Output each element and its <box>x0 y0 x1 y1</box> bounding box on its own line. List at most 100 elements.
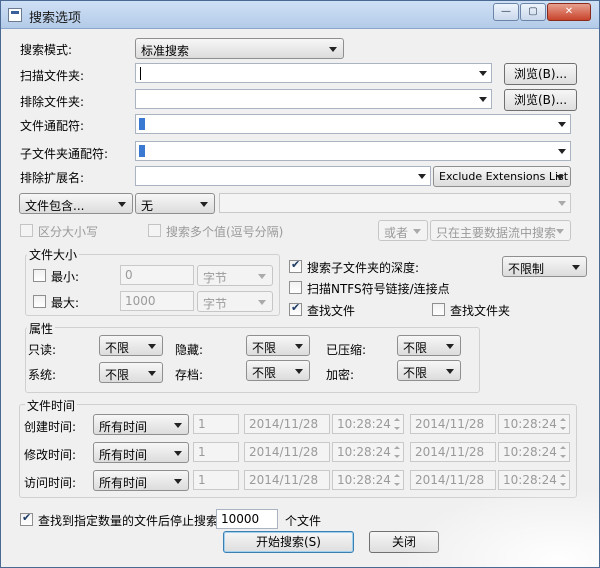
content-text-input[interactable] <box>219 193 571 213</box>
created-time-time-from[interactable]: 10:28:24 <box>332 414 404 434</box>
close-window-button[interactable]: ✕ <box>547 3 591 21</box>
max-size-unit-select[interactable]: 字节 <box>197 291 273 312</box>
chevron-down-icon <box>446 369 454 374</box>
encrypted-select[interactable]: 不限 <box>397 360 461 381</box>
min-size-checkbox[interactable]: 最小: <box>33 268 93 284</box>
scan-folder-browse-button[interactable]: 浏览(B)... <box>504 63 577 85</box>
created-time-date-from[interactable]: 2014/11/28 <box>244 414 330 434</box>
subfolder-wildcard-input[interactable] <box>135 141 571 161</box>
system-label: 系统: <box>28 368 57 382</box>
checkbox-box <box>432 303 445 316</box>
chevron-down-icon <box>174 451 182 456</box>
find-files-checkbox[interactable]: 查找文件 <box>289 301 379 318</box>
exclude-folder-label: 排除文件夹: <box>20 95 85 109</box>
chevron-down-icon <box>258 300 266 305</box>
chevron-down-icon <box>329 47 337 52</box>
exclude-folder-input[interactable] <box>135 89 492 109</box>
subfolder-depth-checkbox[interactable]: 搜索子文件夹的深度: <box>289 258 469 275</box>
checkbox-box <box>289 258 302 273</box>
attributes-title: 属性 <box>27 320 56 337</box>
multi-values-checkbox[interactable]: 搜索多个值(逗号分隔) <box>148 223 318 239</box>
find-folders-checkbox[interactable]: 查找文件夹 <box>432 302 522 318</box>
system-select[interactable]: 不限 <box>99 362 163 383</box>
chevron-down-icon[interactable] <box>479 97 487 102</box>
created-time-time-to[interactable]: 10:28:24 <box>498 414 570 434</box>
checkbox-box <box>33 269 46 282</box>
chevron-down-icon[interactable] <box>558 122 566 127</box>
case-sensitive-checkbox[interactable]: 区分大小写 <box>20 223 130 239</box>
file-wildcard-input[interactable] <box>135 114 571 134</box>
created-time-count-input[interactable]: 1 <box>193 414 239 434</box>
chevron-down-icon <box>174 479 182 484</box>
chevron-down-icon <box>295 344 303 349</box>
compressed-select[interactable]: 不限 <box>397 335 461 356</box>
chevron-down-icon[interactable] <box>418 174 426 179</box>
start-search-button[interactable]: 开始搜索(S) <box>223 531 354 553</box>
modified-time-date-to[interactable]: 2014/11/28 <box>410 442 496 462</box>
spinner-icon[interactable] <box>558 472 568 488</box>
min-size-input[interactable]: 0 <box>120 265 194 285</box>
stop-after-count-input[interactable]: 10000 <box>216 509 278 529</box>
text-caret <box>140 67 141 80</box>
minimize-button[interactable]: — <box>493 3 519 21</box>
spinner-icon[interactable] <box>558 416 568 432</box>
scan-ntfs-checkbox[interactable]: 扫描NTFS符号链接/连接点 <box>289 280 489 296</box>
logic-select[interactable]: 或者 <box>378 220 428 241</box>
chevron-down-icon <box>446 344 454 349</box>
hidden-select[interactable]: 不限 <box>246 335 310 356</box>
stop-after-checkbox[interactable]: 查找到指定数量的文件后停止搜索. <box>20 511 222 528</box>
spinner-icon[interactable] <box>558 444 568 460</box>
archive-select[interactable]: 不限 <box>246 360 310 381</box>
created-time-mode-select[interactable]: 所有时间 <box>93 414 189 435</box>
chevron-down-icon <box>148 344 156 349</box>
created-time-date-to[interactable]: 2014/11/28 <box>410 414 496 434</box>
readonly-select[interactable]: 不限 <box>99 335 163 356</box>
checkbox-box <box>289 301 302 316</box>
accessed-time-date-to[interactable]: 2014/11/28 <box>410 470 496 490</box>
max-size-checkbox[interactable]: 最大: <box>33 294 93 310</box>
spinner-icon[interactable] <box>392 416 402 432</box>
close-button[interactable]: 关闭 <box>369 531 439 553</box>
search-mode-select[interactable]: 标准搜索 <box>135 38 344 59</box>
modified-time-time-from[interactable]: 10:28:24 <box>332 442 404 462</box>
accessed-time-date-from[interactable]: 2014/11/28 <box>244 470 330 490</box>
chevron-down-icon[interactable] <box>558 149 566 154</box>
min-size-unit-select[interactable]: 字节 <box>197 265 273 286</box>
archive-label: 存档: <box>175 368 204 382</box>
spinner-icon[interactable] <box>392 444 402 460</box>
search-mode-label: 搜索模式: <box>20 43 73 57</box>
max-size-input[interactable]: 1000 <box>120 291 194 311</box>
chevron-down-icon <box>200 202 208 207</box>
data-stream-select[interactable]: 只在主要数据流中搜索 <box>430 220 571 241</box>
spinner-icon[interactable] <box>392 472 402 488</box>
accessed-time-time-to[interactable]: 10:28:24 <box>498 470 570 490</box>
chevron-down-icon[interactable] <box>479 71 487 76</box>
selected-text-highlight <box>139 118 145 130</box>
exclude-ext-list-select[interactable]: Exclude Extensions List <box>433 166 571 187</box>
chevron-down-icon <box>556 175 564 180</box>
chevron-down-icon <box>174 423 182 428</box>
modified-time-date-from[interactable]: 2014/11/28 <box>244 442 330 462</box>
encrypted-label: 加密: <box>326 368 355 382</box>
title-bar[interactable]: 搜索选项 — ▢ ✕ <box>1 1 599 29</box>
modified-time-mode-select[interactable]: 所有时间 <box>93 442 189 463</box>
content-encoding-select[interactable]: 无 <box>135 193 215 214</box>
chevron-down-icon <box>118 202 126 207</box>
exclude-ext-input[interactable] <box>135 166 431 186</box>
search-options-window: 搜索选项 — ▢ ✕ 搜索模式: 标准搜索 扫描文件夹: 浏览(B)... 排除… <box>0 0 600 568</box>
chevron-down-icon <box>413 229 421 234</box>
accessed-time-count-input[interactable]: 1 <box>193 470 239 490</box>
subfolder-depth-select[interactable]: 不限制 <box>502 256 587 277</box>
compressed-label: 已压缩: <box>326 343 367 357</box>
modified-time-count-input[interactable]: 1 <box>193 442 239 462</box>
scan-folder-input[interactable] <box>135 63 492 83</box>
exclude-folder-browse-button[interactable]: 浏览(B)... <box>504 89 577 111</box>
subfolder-wildcard-label: 子文件夹通配符: <box>20 147 109 161</box>
maximize-button[interactable]: ▢ <box>520 3 546 21</box>
checkbox-box <box>20 511 33 526</box>
content-mode-select[interactable]: 文件包含... <box>19 193 133 214</box>
accessed-time-time-from[interactable]: 10:28:24 <box>332 470 404 490</box>
accessed-time-mode-select[interactable]: 所有时间 <box>93 470 189 491</box>
selected-text-highlight <box>139 145 145 157</box>
modified-time-time-to[interactable]: 10:28:24 <box>498 442 570 462</box>
